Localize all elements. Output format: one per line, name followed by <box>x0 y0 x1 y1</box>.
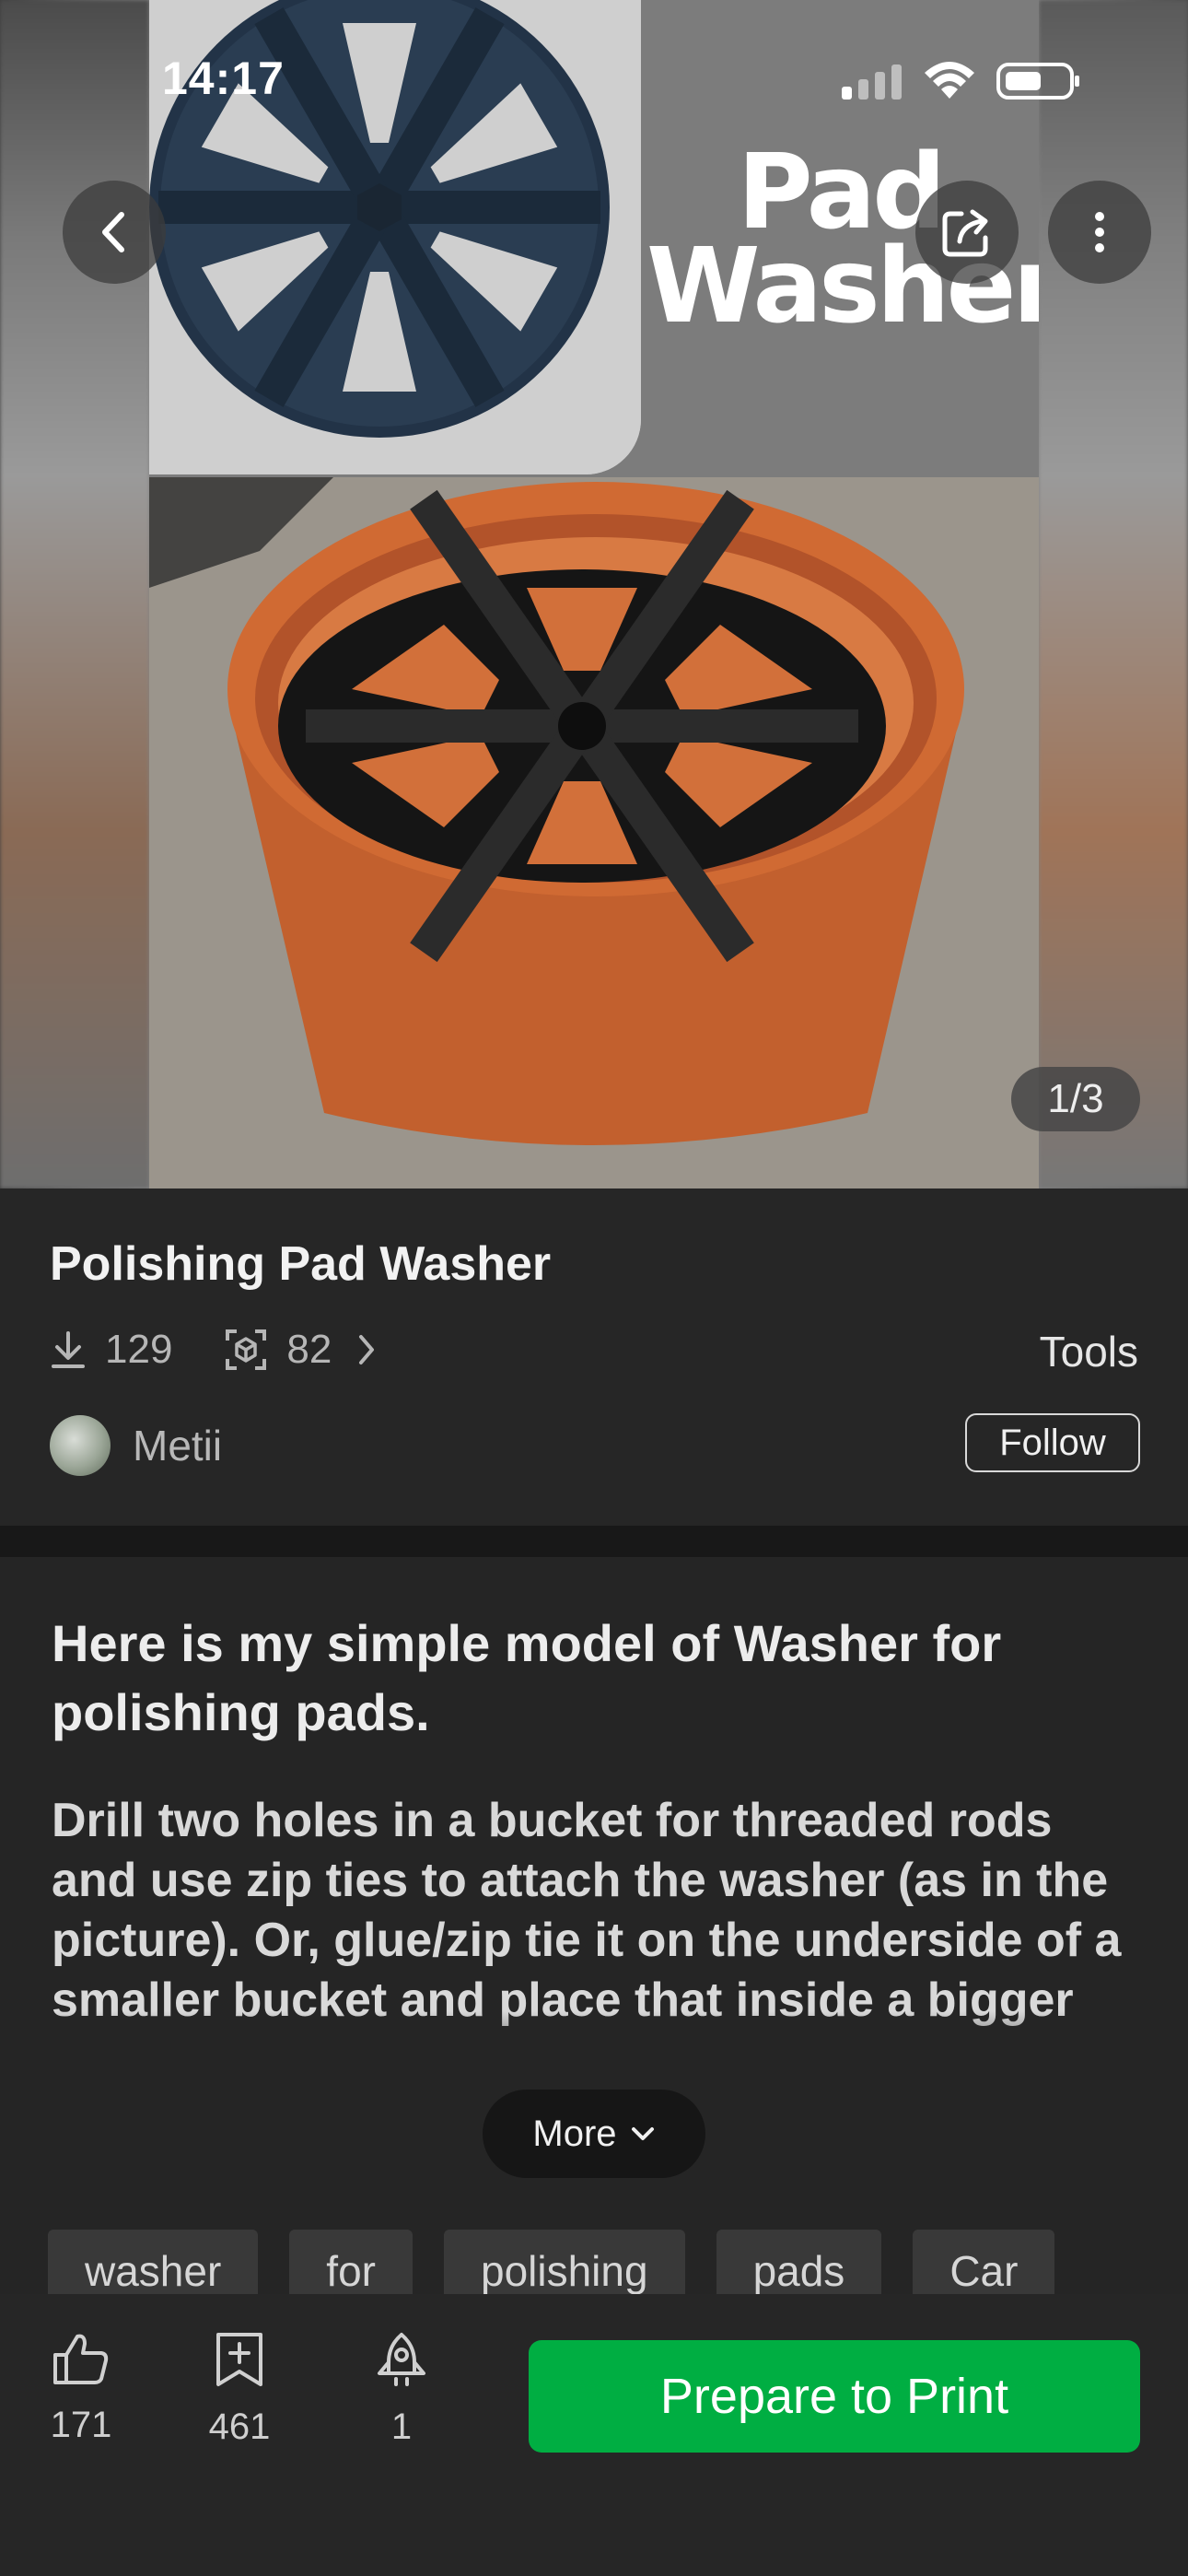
vertical-ellipsis-icon <box>1095 212 1104 252</box>
chevron-right-icon <box>359 1335 375 1364</box>
author-name: Metii <box>133 1422 223 1469</box>
tag-chip[interactable]: polishing <box>443 2230 685 2294</box>
description-body: Drill two holes in a bucket for threaded… <box>52 1794 1122 2027</box>
bottom-action-bar: 171 461 1 Prepare to Print <box>0 2294 1188 2576</box>
tag-chip[interactable]: for <box>289 2230 413 2294</box>
author-link[interactable]: Metii <box>50 1415 222 1476</box>
collect-button[interactable]: 461 <box>184 2331 295 2448</box>
back-button[interactable] <box>63 181 166 284</box>
blurred-backdrop-left <box>0 0 149 1188</box>
status-icons <box>842 61 1081 101</box>
rocket-icon <box>378 2333 425 2386</box>
model-stats[interactable]: 129 82 <box>50 1327 378 1373</box>
cellular-signal-icon <box>842 64 902 100</box>
description-body-wrap: Drill two holes in a bucket for threaded… <box>52 1791 1147 2067</box>
boost-count: 1 <box>390 2406 413 2447</box>
description-lead: Here is my simple model of Washer for po… <box>52 1614 1002 1741</box>
section-divider <box>0 1526 1188 1557</box>
thumbs-up-icon <box>53 2334 109 2384</box>
model-image-carousel[interactable]: Pad Washer 14:17 1/3 <box>0 0 1188 1188</box>
print-count: 82 <box>286 1327 332 1372</box>
bookmark-add-icon <box>216 2333 262 2386</box>
share-button[interactable] <box>915 181 1019 284</box>
download-icon <box>52 1331 85 1368</box>
tag-list: washer for polishing pads Car <box>48 2230 1171 2294</box>
print-model-icon <box>226 1329 267 1370</box>
image-page-indicator: 1/3 <box>1011 1067 1140 1131</box>
model-info-section: Polishing Pad Washer 129 82 Tools Metii … <box>0 1188 1188 1526</box>
tag-chip[interactable]: pads <box>716 2230 882 2294</box>
blurred-backdrop-right <box>1039 0 1188 1188</box>
more-options-button[interactable] <box>1048 181 1151 284</box>
author-avatar <box>50 1415 111 1476</box>
collect-count: 461 <box>208 2406 271 2447</box>
more-button-label: More <box>532 2113 617 2154</box>
more-button[interactable]: More <box>483 2090 705 2178</box>
tag-chip[interactable]: washer <box>48 2230 259 2294</box>
prepare-to-print-button[interactable]: Prepare to Print <box>529 2340 1140 2453</box>
like-button[interactable]: 171 <box>26 2331 136 2446</box>
download-count: 129 <box>105 1327 173 1372</box>
share-icon <box>942 209 988 257</box>
status-time: 14:17 <box>162 53 285 104</box>
description-section: Here is my simple model of Washer for po… <box>0 1557 1188 2322</box>
chevron-left-icon <box>102 212 124 252</box>
model-title: Polishing Pad Washer <box>50 1237 552 1291</box>
chevron-down-icon <box>631 2127 654 2140</box>
model-category[interactable]: Tools <box>1040 1327 1138 1376</box>
model-cover-image: Pad Washer <box>149 0 1039 1188</box>
boost-button[interactable]: 1 <box>346 2331 457 2448</box>
battery-icon <box>996 63 1079 100</box>
like-count: 171 <box>50 2405 112 2445</box>
bucket-photo <box>149 477 1039 1188</box>
tag-chip[interactable]: Car <box>913 2230 1055 2294</box>
wifi-icon <box>925 62 974 99</box>
follow-button[interactable]: Follow <box>965 1413 1140 1472</box>
